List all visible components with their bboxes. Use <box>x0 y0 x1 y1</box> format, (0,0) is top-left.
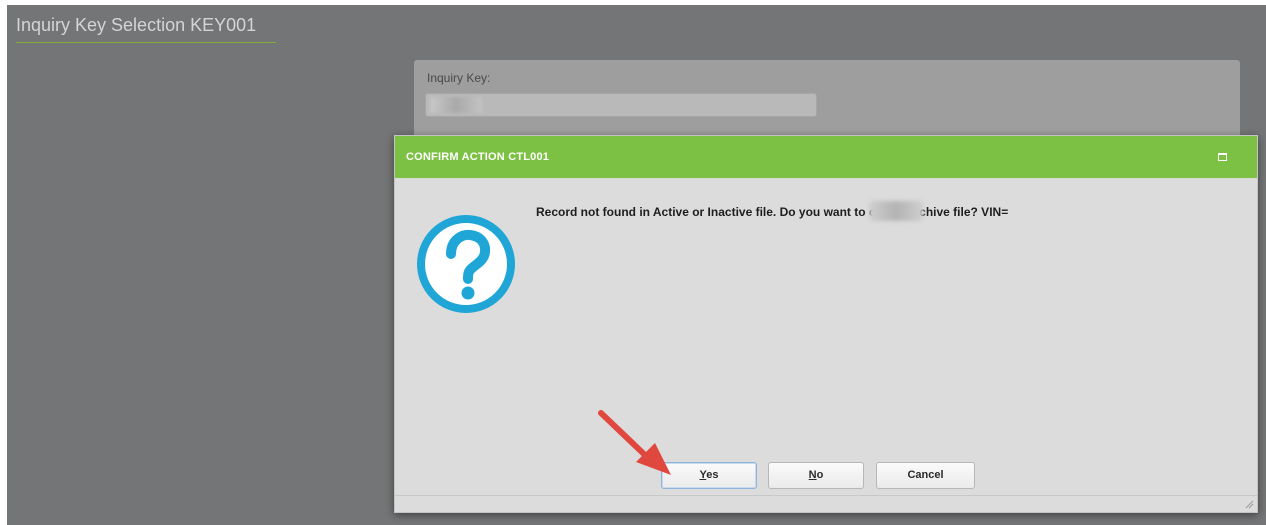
no-mnemonic: N <box>808 469 817 481</box>
dialog-footer-divider <box>395 495 1257 496</box>
inquiry-key-label: Inquiry Key: <box>427 71 491 85</box>
no-label: o <box>816 469 824 481</box>
no-button[interactable]: No <box>768 462 864 489</box>
resize-grip-icon[interactable] <box>1245 500 1254 509</box>
page-title: Inquiry Key Selection KEY001 <box>16 15 257 35</box>
dialog-message: Record not found in Active or Inactive f… <box>536 205 1009 219</box>
inquiry-key-input[interactable] <box>425 93 817 117</box>
title-underline <box>16 42 276 43</box>
cancel-button[interactable]: Cancel <box>876 462 975 489</box>
maximize-icon[interactable] <box>1218 153 1227 161</box>
yes-label: es <box>706 469 719 481</box>
confirm-dialog: CONFIRM ACTION CTL001 Record not found i… <box>394 135 1258 513</box>
dialog-title: CONFIRM ACTION CTL001 <box>406 151 550 163</box>
dialog-header: CONFIRM ACTION CTL001 <box>395 136 1257 178</box>
redacted-vin <box>869 201 923 221</box>
question-circle-icon <box>417 215 515 313</box>
yes-button[interactable]: Yes <box>661 462 757 489</box>
redacted-value <box>430 97 482 113</box>
